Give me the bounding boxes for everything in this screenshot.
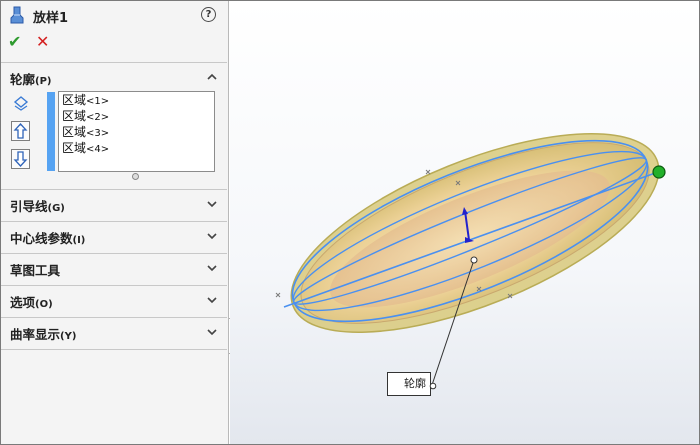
callout-endpoint <box>429 382 437 390</box>
property-manager: 放样1 ? ✔ ✕ 轮廓(P) 区域<1> 区域<2> 区域<3> 区域<4> … <box>1 1 229 444</box>
section-profiles-header[interactable]: 轮廓(P) <box>1 63 227 91</box>
section-options-header[interactable]: 选项(O) <box>1 286 227 314</box>
help-icon[interactable]: ? <box>201 7 216 22</box>
section-label: 曲率显示 <box>10 327 61 342</box>
profiles-listbox[interactable]: 区域<1> 区域<2> 区域<3> 区域<4> <box>58 91 215 172</box>
chevron-down-icon[interactable] <box>207 327 217 337</box>
check-icon[interactable]: ✔ <box>8 32 21 51</box>
callout-label: 轮廓 <box>404 377 426 390</box>
arrow-up-icon <box>13 123 28 139</box>
section-hotkey: (G) <box>47 203 65 214</box>
move-down-button[interactable] <box>11 149 30 169</box>
chevron-down-icon[interactable] <box>207 199 217 209</box>
section-profiles-label: 轮廓 <box>10 72 36 87</box>
endpoint-handle[interactable] <box>652 165 666 179</box>
section-guide-curves-header[interactable]: 引导线(G) <box>1 190 227 218</box>
loft-feature-icon <box>10 6 24 24</box>
chevron-down-icon[interactable] <box>207 295 217 305</box>
feature-title-row: 放样1 ? <box>1 1 229 29</box>
section-hotkey: (Y) <box>60 331 77 342</box>
move-up-button[interactable] <box>11 121 30 141</box>
feature-title: 放样1 <box>33 11 69 26</box>
arrow-down-icon <box>13 151 28 167</box>
list-resize-handle[interactable] <box>132 173 139 180</box>
divider <box>1 349 227 350</box>
profile-selection-icon <box>13 96 29 111</box>
section-centerline-header[interactable]: 中心线参数(I) <box>1 222 227 250</box>
list-item[interactable]: 区域<1> <box>59 92 214 108</box>
list-item[interactable]: 区域<2> <box>59 108 214 124</box>
selection-color-bar <box>47 92 55 171</box>
chevron-down-icon[interactable] <box>207 231 217 241</box>
section-profiles-hotkey: (P) <box>35 76 52 87</box>
section-hotkey: (I) <box>72 235 86 246</box>
section-label: 选项 <box>10 295 36 310</box>
list-item[interactable]: 区域<3> <box>59 124 214 140</box>
section-label: 草图工具 <box>10 263 61 278</box>
section-label: 中心线参数 <box>10 231 73 246</box>
section-sketch-tools-header[interactable]: 草图工具 <box>1 254 227 282</box>
profile-callout[interactable]: 轮廓 <box>387 372 431 396</box>
chevron-up-icon[interactable] <box>207 72 217 82</box>
loft-preview-scene <box>275 133 666 386</box>
section-hotkey: (O) <box>35 299 53 310</box>
close-icon[interactable]: ✕ <box>36 32 49 51</box>
section-curvature-header[interactable]: 曲率显示(Y) <box>1 318 227 346</box>
graphics-viewport[interactable]: 轮廓 <box>230 1 699 444</box>
list-item[interactable]: 区域<4> <box>59 140 214 156</box>
chevron-down-icon[interactable] <box>207 263 217 273</box>
callout-anchor[interactable] <box>470 256 478 264</box>
section-label: 引导线 <box>10 199 48 214</box>
